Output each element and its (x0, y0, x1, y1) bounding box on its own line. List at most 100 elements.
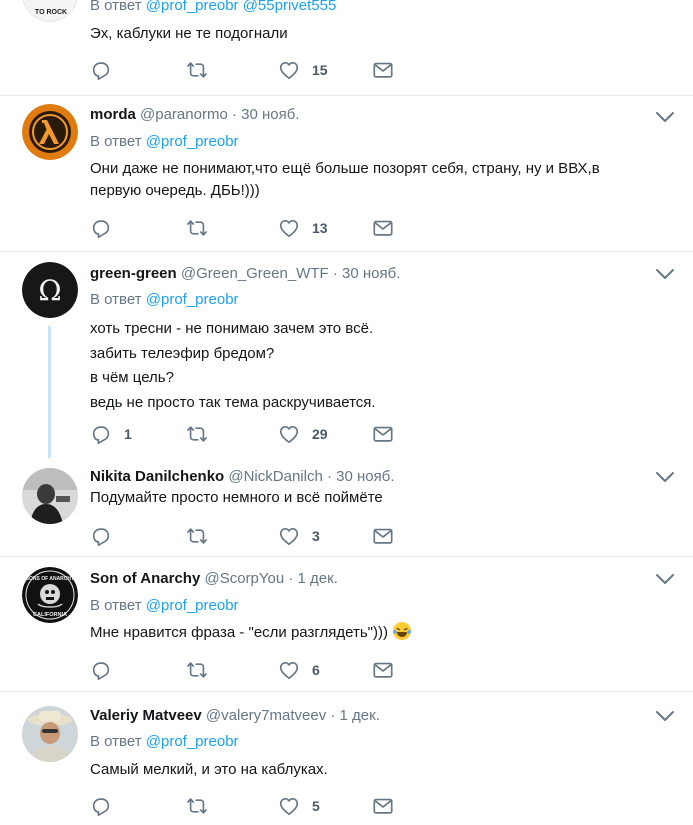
tweet[interactable]: Valeriy Matveev @valery7matveev · 1 дек.… (0, 692, 693, 825)
reply-count: 1 (124, 426, 132, 442)
user-handle[interactable]: @NickDanilch (228, 468, 322, 485)
envelope-icon (372, 525, 394, 547)
like-button[interactable]: 29 (278, 423, 328, 445)
dm-button[interactable] (372, 659, 394, 681)
rock-band-logo-icon: TO ROCK (23, 0, 77, 21)
reply-prefix: В ответ (90, 133, 142, 150)
timestamp[interactable]: 1 дек. (340, 707, 380, 724)
display-name[interactable]: morda (90, 106, 136, 123)
like-count: 3 (312, 528, 320, 544)
separator-dot: · (332, 265, 338, 282)
timestamp[interactable]: 1 дек. (298, 570, 338, 587)
user-handle[interactable]: @valery7matveev (206, 707, 326, 724)
heart-icon (278, 217, 300, 239)
avatar[interactable]: SONS OF ANARCHY CALIFORNIA (22, 567, 78, 623)
mention-link[interactable]: @prof_preobr (146, 291, 239, 308)
chevron-down-icon[interactable] (655, 268, 675, 280)
avatar[interactable] (22, 104, 78, 160)
retweet-icon (186, 59, 208, 81)
avatar[interactable] (22, 468, 78, 524)
dm-button[interactable] (372, 525, 394, 547)
chevron-down-icon[interactable] (655, 710, 675, 722)
chevron-down-icon[interactable] (655, 471, 675, 483)
dm-button[interactable] (372, 59, 394, 81)
mention-link[interactable]: @prof_preobr (146, 0, 239, 14)
like-count: 29 (312, 426, 328, 442)
tweet[interactable]: TO ROCK В ответ @prof_preobr @55privet55… (0, 0, 693, 96)
tweet[interactable]: morda @paranormo · 30 нояб. В ответ @pro… (0, 96, 693, 252)
retweet-icon (186, 217, 208, 239)
envelope-icon (372, 217, 394, 239)
user-handle[interactable]: @ScorpYou (204, 570, 284, 587)
tweet[interactable]: SONS OF ANARCHY CALIFORNIA Son of Anarch… (0, 557, 693, 692)
mention-link[interactable]: @prof_preobr (146, 733, 239, 750)
reply-button[interactable] (90, 795, 112, 817)
tweet-header: morda @paranormo · 30 нояб. (90, 106, 300, 123)
tweet-text: Эх, каблуки не те подогнали (90, 23, 660, 45)
reply-prefix: В ответ (90, 0, 142, 14)
like-count: 6 (312, 662, 320, 678)
retweet-button[interactable] (186, 525, 208, 547)
retweet-button[interactable] (186, 659, 208, 681)
omega-symbol-logo-icon: Ω (22, 262, 78, 318)
reply-context: В ответ @prof_preobr (90, 133, 239, 150)
man-in-hat-photo-icon (22, 706, 78, 762)
tweet-text: Они даже не понимают,что ещё больше позо… (90, 158, 660, 202)
timestamp[interactable]: 30 нояб. (241, 106, 299, 123)
avatar[interactable] (22, 706, 78, 762)
mention-link[interactable]: @prof_preobr (146, 597, 239, 614)
user-handle[interactable]: @Green_Green_WTF (181, 265, 329, 282)
like-button[interactable]: 13 (278, 217, 328, 239)
mention-link[interactable]: @prof_preobr (146, 133, 239, 150)
display-name[interactable]: green-green (90, 265, 177, 282)
display-name[interactable]: Son of Anarchy (90, 570, 200, 587)
retweet-icon (186, 795, 208, 817)
reply-prefix: В ответ (90, 291, 142, 308)
reply-icon (90, 423, 112, 445)
timestamp[interactable]: 30 нояб. (336, 468, 394, 485)
timestamp[interactable]: 30 нояб. (342, 265, 400, 282)
avatar[interactable]: TO ROCK (22, 0, 78, 22)
tweet-text: Мне нравится фраза - "если разглядеть"))… (90, 621, 660, 644)
tweet[interactable]: Ω green-green @Green_Green_WTF · 30 нояб… (0, 252, 693, 458)
heart-icon (278, 59, 300, 81)
reply-icon (90, 59, 112, 81)
tweet[interactable]: Nikita Danilchenko @NickDanilch · 30 ноя… (0, 458, 693, 557)
tweet-text-line: Мне нравится фраза - "если разглядеть"))… (90, 621, 660, 644)
tweet-text-line: первую очередь. ДБЬ!))) (90, 182, 260, 199)
chevron-down-icon[interactable] (655, 111, 675, 123)
like-button[interactable]: 6 (278, 659, 320, 681)
reply-button[interactable] (90, 525, 112, 547)
avatar[interactable]: Ω (22, 262, 78, 318)
tweet-actions: 3 (90, 525, 410, 547)
retweet-button[interactable] (186, 795, 208, 817)
svg-text:Ω: Ω (38, 274, 61, 307)
chevron-down-icon[interactable] (655, 573, 675, 585)
dm-button[interactable] (372, 217, 394, 239)
retweet-button[interactable] (186, 59, 208, 81)
reply-button[interactable] (90, 59, 112, 81)
reply-button[interactable]: 1 (90, 423, 132, 445)
retweet-button[interactable] (186, 423, 208, 445)
mention-link[interactable]: @55privet555 (243, 0, 337, 14)
heart-icon (278, 659, 300, 681)
display-name[interactable]: Nikita Danilchenko (90, 468, 224, 485)
like-button[interactable]: 5 (278, 795, 320, 817)
retweet-button[interactable] (186, 217, 208, 239)
like-count: 13 (312, 220, 328, 236)
half-life-lambda-logo-icon (22, 104, 78, 160)
like-button[interactable]: 15 (278, 59, 328, 81)
dm-button[interactable] (372, 795, 394, 817)
tweet-header: Son of Anarchy @ScorpYou · 1 дек. (90, 570, 338, 587)
patch-bottom-text: CALIFORNIA (33, 612, 67, 618)
reply-button[interactable] (90, 217, 112, 239)
like-button[interactable]: 3 (278, 525, 320, 547)
like-count: 5 (312, 798, 320, 814)
reply-button[interactable] (90, 659, 112, 681)
tweet-header: green-green @Green_Green_WTF · 30 нояб. (90, 265, 400, 282)
separator-dot: · (288, 570, 294, 587)
reply-context: В ответ @prof_preobr (90, 291, 239, 308)
dm-button[interactable] (372, 423, 394, 445)
user-handle[interactable]: @paranormo (140, 106, 228, 123)
display-name[interactable]: Valeriy Matveev (90, 707, 202, 724)
